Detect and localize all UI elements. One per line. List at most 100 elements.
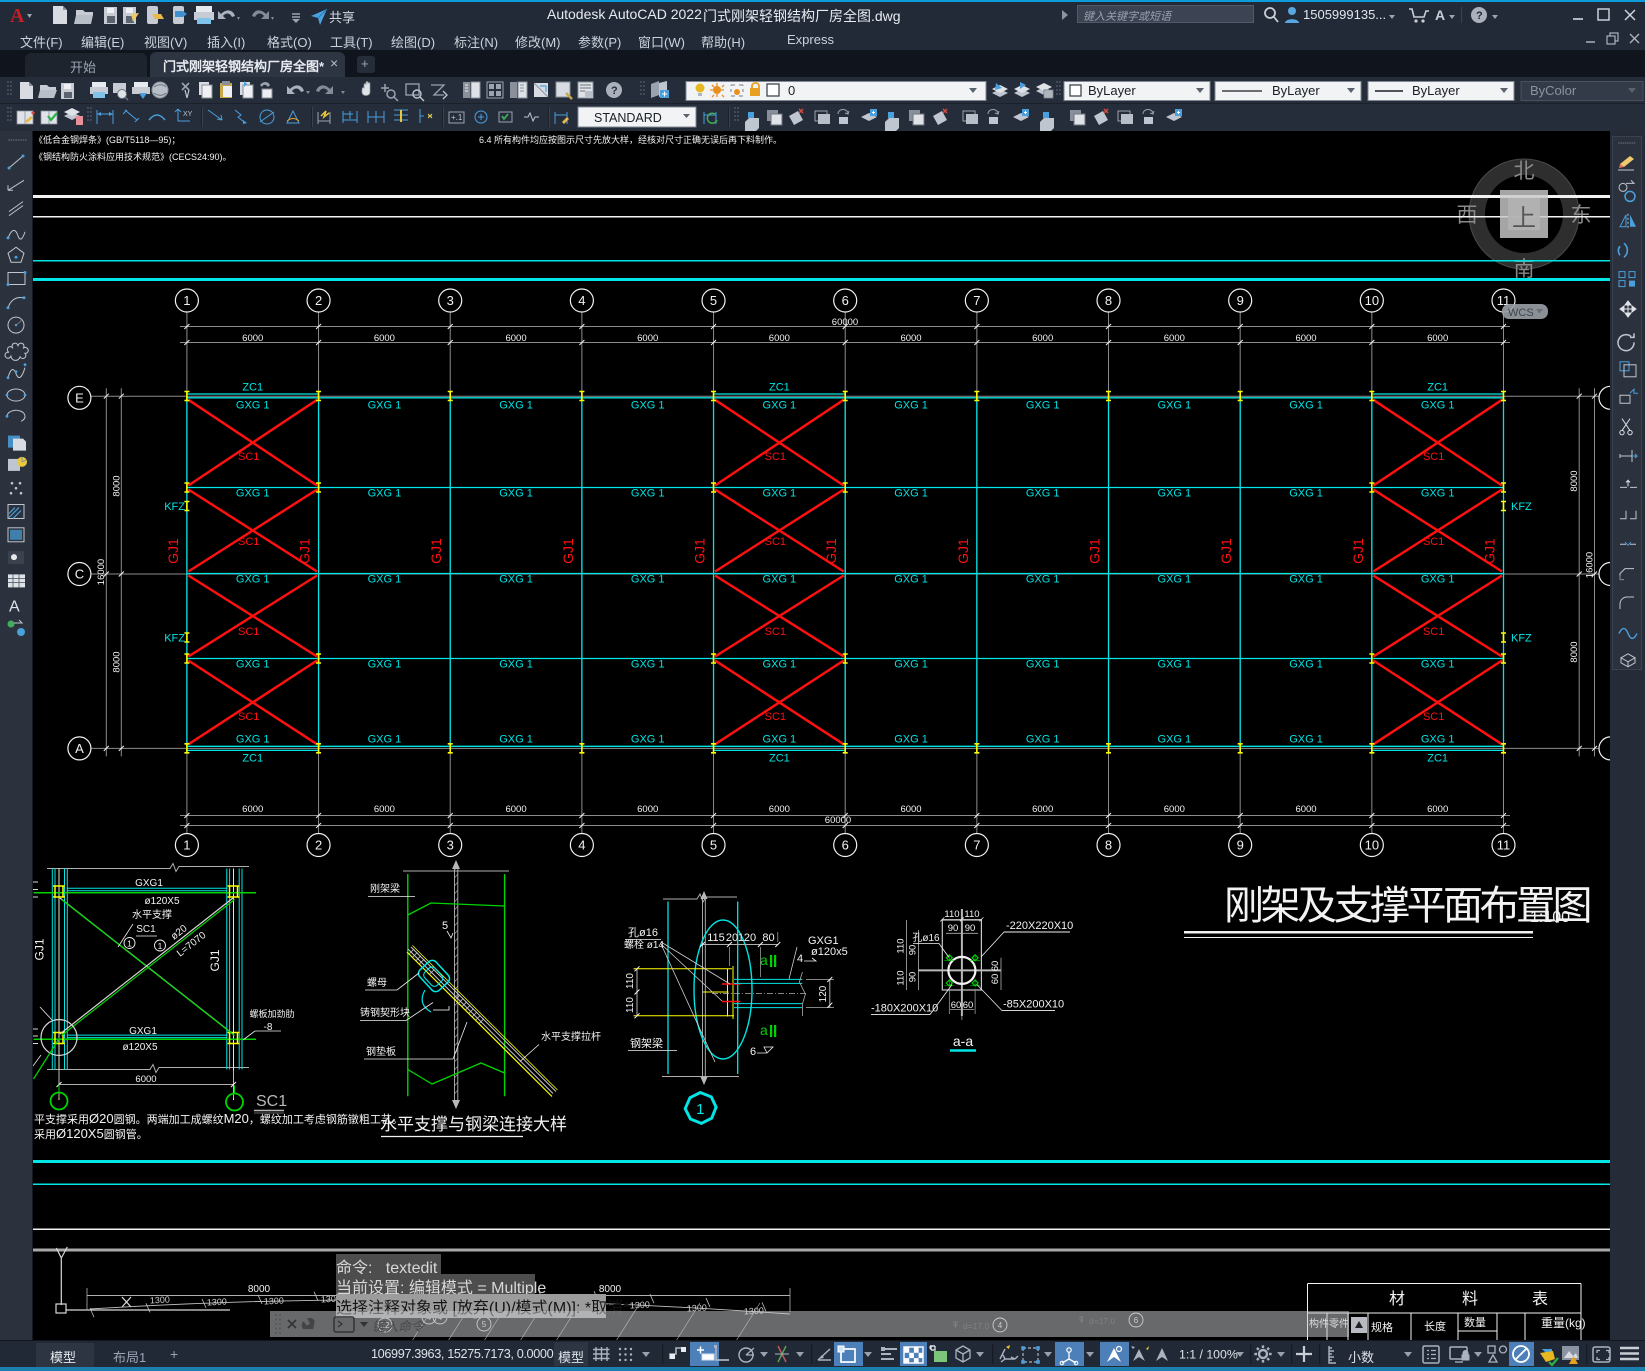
svg-text:SC1: SC1 (1423, 536, 1444, 548)
svg-text:6: 6 (842, 293, 849, 308)
svg-text:GJ1: GJ1 (823, 538, 839, 564)
svg-text:1300: 1300 (264, 1295, 285, 1306)
svg-text:8000: 8000 (1569, 641, 1580, 662)
svg-text:8000: 8000 (1569, 470, 1580, 491)
svg-text:GXG 1: GXG 1 (1026, 734, 1060, 746)
svg-text:6000: 6000 (505, 333, 526, 344)
svg-text:5: 5 (710, 293, 717, 308)
svg-text:GXG 1: GXG 1 (368, 659, 402, 671)
svg-text:规格: 规格 (1371, 1320, 1393, 1334)
svg-text:GJ1: GJ1 (1087, 538, 1103, 564)
svg-text:6000: 6000 (374, 333, 395, 344)
svg-text:螺母: 螺母 (367, 977, 387, 989)
svg-text:水平支撑拉杆: 水平支撑拉杆 (541, 1030, 601, 1043)
svg-text:GXG 1: GXG 1 (1158, 734, 1192, 746)
svg-text:GXG 1: GXG 1 (631, 734, 665, 746)
svg-text:SC1: SC1 (256, 1093, 287, 1110)
svg-text:a-a: a-a (953, 1033, 973, 1049)
svg-text:110: 110 (896, 938, 907, 953)
svg-text:GXG 1: GXG 1 (1158, 400, 1192, 412)
svg-text:SC1: SC1 (136, 924, 156, 935)
svg-text:SC1: SC1 (1423, 711, 1444, 723)
svg-text:7: 7 (973, 293, 980, 308)
svg-text:6000: 6000 (637, 333, 658, 344)
svg-text:-85X200X10: -85X200X10 (1003, 999, 1064, 1011)
svg-text:6000: 6000 (242, 804, 263, 815)
svg-text:GXG 1: GXG 1 (763, 659, 797, 671)
svg-text:a: a (760, 1022, 768, 1038)
svg-text:6000: 6000 (1164, 804, 1185, 815)
svg-text:10: 10 (1365, 293, 1379, 308)
svg-text:60: 60 (951, 1000, 962, 1011)
svg-text:GJ1: GJ1 (428, 538, 444, 564)
svg-text:6000: 6000 (505, 804, 526, 815)
svg-text:1: 1 (696, 1101, 704, 1118)
svg-text:孔ø16: 孔ø16 (628, 926, 658, 939)
svg-text:GXG 1: GXG 1 (631, 488, 665, 500)
svg-text:GXG 1: GXG 1 (1289, 574, 1323, 586)
svg-text:60: 60 (990, 974, 1001, 985)
svg-text:ZC1: ZC1 (242, 753, 263, 765)
svg-text:刚架梁: 刚架梁 (370, 882, 400, 895)
svg-text:8000: 8000 (111, 475, 122, 496)
svg-text:90: 90 (908, 945, 919, 956)
svg-text:《低合金钢焊条》(GB/T5118—95)；: 《低合金钢焊条》(GB/T5118—95)； (34, 134, 180, 145)
svg-text:6000: 6000 (374, 804, 395, 815)
svg-text:北: 北 (1514, 160, 1535, 183)
svg-text:1: 1 (158, 941, 163, 951)
svg-text:SC1: SC1 (238, 711, 259, 723)
svg-text:螺栓 ø14: 螺栓 ø14 (624, 938, 664, 951)
svg-text:GXG 1: GXG 1 (763, 734, 797, 746)
svg-text:A: A (9, 599, 20, 616)
svg-text:SC1: SC1 (238, 626, 259, 638)
svg-text:11: 11 (1497, 838, 1511, 853)
svg-text:GJ1: GJ1 (1350, 538, 1366, 564)
svg-text:GXG 1: GXG 1 (236, 734, 270, 746)
svg-text:6000: 6000 (769, 804, 790, 815)
svg-text:GXG 1: GXG 1 (236, 400, 270, 412)
svg-text:GXG 1: GXG 1 (236, 574, 270, 586)
svg-text:10: 10 (1365, 838, 1379, 853)
svg-text:6000: 6000 (1032, 804, 1053, 815)
svg-text:5: 5 (442, 920, 448, 932)
svg-text:GXG 1: GXG 1 (1026, 574, 1060, 586)
svg-text:9: 9 (1237, 838, 1244, 853)
svg-text:铸钢契形块: 铸钢契形块 (360, 1006, 410, 1019)
svg-text:GXG 1: GXG 1 (499, 659, 533, 671)
svg-text:6000: 6000 (1032, 333, 1053, 344)
svg-text:+.1: +.1 (451, 113, 463, 122)
svg-text:《钢结构防火涂料应用技术规范》(CECS24:90)。: 《钢结构防火涂料应用技术规范》(CECS24:90)。 (34, 151, 232, 162)
svg-text:60: 60 (990, 961, 1001, 972)
svg-text:GJ1: GJ1 (208, 949, 222, 971)
svg-text:SC1: SC1 (238, 536, 259, 548)
svg-text:-180X200X10: -180X200X10 (871, 1003, 938, 1015)
svg-text:E: E (75, 390, 84, 405)
svg-text:GJ1: GJ1 (33, 938, 47, 960)
svg-text:GJ1: GJ1 (297, 538, 313, 564)
svg-text:GXG 1: GXG 1 (1289, 400, 1323, 412)
svg-text:GXG 1: GXG 1 (368, 400, 402, 412)
svg-text:3: 3 (447, 838, 454, 853)
svg-text:SC1: SC1 (765, 626, 786, 638)
svg-text:ZC1: ZC1 (242, 382, 263, 394)
svg-text:1: 1 (183, 293, 190, 308)
svg-text:6000: 6000 (769, 333, 790, 344)
svg-text:1:1 / 100%: 1:1 / 100% (1179, 1348, 1238, 1362)
svg-text:GJ1: GJ1 (560, 538, 576, 564)
svg-text:KFZ: KFZ (164, 633, 185, 645)
svg-text:115: 115 (707, 932, 725, 944)
svg-text:16000: 16000 (1585, 552, 1596, 578)
svg-text:GXG 1: GXG 1 (1421, 734, 1455, 746)
svg-text:GXG 1: GXG 1 (763, 574, 797, 586)
svg-text:表: 表 (1532, 1290, 1548, 1308)
svg-text:6000: 6000 (900, 333, 921, 344)
svg-text:GJ1: GJ1 (1482, 538, 1498, 564)
svg-text:A: A (75, 741, 84, 756)
svg-text:2: 2 (315, 293, 322, 308)
svg-text:ø120X5: ø120X5 (144, 896, 179, 907)
svg-text:1:100: 1:100 (1530, 909, 1570, 926)
svg-text:东: 东 (1571, 204, 1592, 227)
svg-text:6: 6 (842, 838, 849, 853)
svg-text:WCS: WCS (1508, 307, 1534, 319)
svg-text:110: 110 (896, 970, 907, 985)
